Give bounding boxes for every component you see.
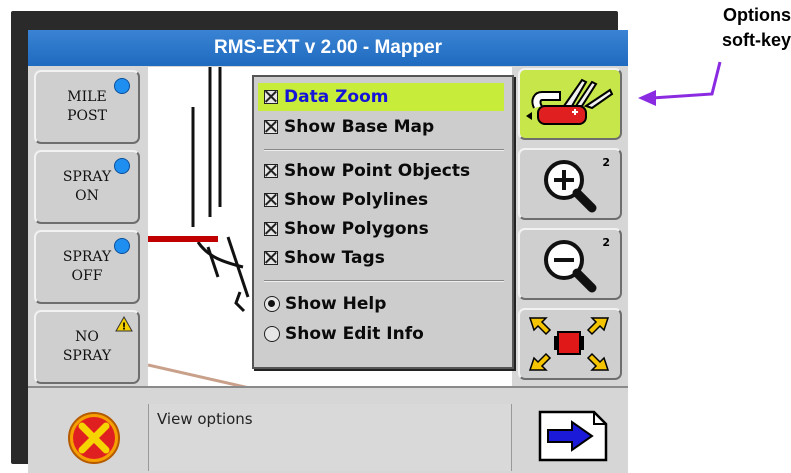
app-title: RMS-EXT v 2.00 - Mapper [213,37,443,58]
callout-arrow-icon [638,61,722,106]
menu-item-show-base-map[interactable]: Show Base Map [264,113,434,141]
zoom-extents-icon [528,317,610,371]
spray-off-label: SPRAY OFF [62,249,112,284]
zoom-in-button[interactable]: 2 [518,148,622,220]
status-dot-icon [114,158,130,174]
checkbox-icon [264,120,278,134]
menu-item-label: Show Help [285,294,387,314]
mile-post-label: MILE POST [67,89,107,124]
menu-item-show-polylines[interactable]: Show Polylines [264,186,428,214]
mile-post-button[interactable]: MILE POST [34,70,140,144]
next-arrow-icon [538,410,608,462]
menu-item-show-point-objects[interactable]: Show Point Objects [264,157,470,185]
menu-divider [264,280,504,282]
spray-on-label: SPRAY ON [62,169,112,204]
cancel-button[interactable] [46,404,142,468]
menu-divider [264,149,504,151]
checkbox-icon [264,90,278,104]
checkbox-icon [264,251,278,265]
map-road [206,246,220,278]
svg-text:!: ! [122,322,127,333]
menu-item-label: Show Base Map [284,117,435,137]
callout-line-1: Options [723,5,791,25]
menu-item-show-polygons[interactable]: Show Polygons [264,215,429,243]
menu-item-label: Show Edit Info [285,324,424,344]
callout-line-2: soft-key [721,30,791,50]
no-spray-button[interactable]: NO SPRAY ! [34,310,140,384]
options-softkey-callout: Options soft-key [690,3,791,53]
map-marker [234,291,246,313]
radio-selected-icon [264,296,280,312]
spray-on-button[interactable]: SPRAY ON [34,150,140,224]
options-menu: Data Zoom Show Base Map Show Point Objec… [252,75,514,369]
menu-item-label: Show Polygons [284,219,429,239]
no-spray-label: NO SPRAY [62,329,112,364]
menu-item-label: Show Tags [284,248,385,268]
status-panel: View options [148,404,512,471]
checkbox-icon [264,164,278,178]
zoom-out-button[interactable]: 2 [518,228,622,300]
menu-item-show-help[interactable]: Show Help [264,290,386,318]
cancel-x-icon [68,412,120,464]
status-dot-icon [114,78,130,94]
zoom-factor-label: 2 [602,156,610,169]
warning-triangle-icon: ! [115,316,133,332]
status-text: View options [157,410,253,428]
checkbox-icon [264,193,278,207]
menu-item-label: Data Zoom [284,87,389,107]
checkbox-icon [264,222,278,236]
menu-item-show-edit-info[interactable]: Show Edit Info [264,320,424,348]
spray-off-button[interactable]: SPRAY OFF [34,230,140,304]
menu-item-data-zoom[interactable]: Data Zoom [258,83,504,111]
next-button[interactable] [526,406,618,466]
swiss-army-knife-icon [526,78,614,125]
radio-unselected-icon [264,326,280,342]
title-bar: RMS-EXT v 2.00 - Mapper [28,30,628,66]
menu-item-label: Show Polylines [284,190,429,210]
zoom-factor-label: 2 [602,236,610,249]
menu-item-show-tags[interactable]: Show Tags [264,244,385,272]
status-dot-icon [114,238,130,254]
device-frame: RMS-EXT v 2.00 - Mapper MILE POST SPRAY … [11,11,628,473]
zoom-extents-button[interactable] [518,308,622,380]
screen: RMS-EXT v 2.00 - Mapper MILE POST SPRAY … [28,30,628,473]
options-button[interactable] [518,68,622,140]
menu-item-label: Show Point Objects [284,161,471,181]
